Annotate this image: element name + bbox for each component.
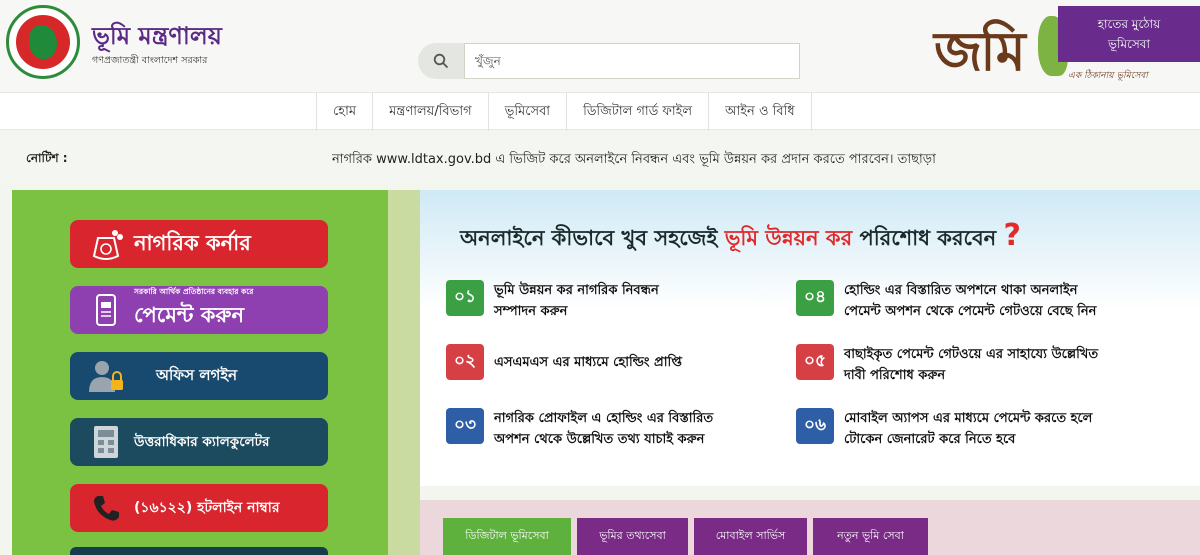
step-text-line: এসএমএস এর মাধ্যমে হোল্ডিং প্রাপ্তি: [494, 355, 682, 370]
tagline-line-2: ভূমিসেবা: [1108, 37, 1150, 51]
step-number-badge: ০৬: [796, 408, 834, 444]
nav-item-law-rules[interactable]: আইন ও বিধি: [709, 93, 812, 131]
hotline-button[interactable]: (১৬১২২) হটলাইন নাম্বার: [70, 484, 328, 532]
nav-items: হোম মন্ত্রণালয়/বিভাগ ভূমিসেবা ডিজিটাল গ…: [316, 93, 812, 131]
inheritance-calculator-label: উত্তরাধিকার ক্যালকুলেটর: [134, 433, 270, 450]
jomi-logo-text: জমি: [934, 19, 1026, 83]
money-bag-icon: [84, 224, 128, 264]
make-payment-label: পেমেন্ট করুন: [134, 302, 245, 327]
tab-mobile-service[interactable]: মোবাইল সার্ভিস: [694, 518, 807, 555]
seal-red-disc: [16, 15, 70, 69]
government-seal-logo[interactable]: [6, 5, 80, 79]
user-lock-icon: [84, 356, 128, 396]
step-text: ভূমি উন্নয়ন কর নাগরিক নিবন্ধন সম্পাদন ক…: [494, 280, 659, 322]
step-text-line: ভূমি উন্নয়ন কর নাগরিক নিবন্ধন: [494, 283, 659, 298]
guide-step-3: ০৩ নাগরিক প্রোফাইল এ হোল্ডিং এর বিস্তারি…: [446, 408, 713, 450]
step-text-line: দাবী পরিশোধ করুন: [844, 368, 946, 383]
ministry-name[interactable]: ভূমি মন্ত্রণালয়: [92, 18, 222, 58]
guide-title-part2: পরিশোধ করবেন: [852, 226, 997, 250]
jomi-logo[interactable]: জমি: [934, 10, 1068, 83]
tagline-line-1: হাতের মুঠোয়: [1097, 17, 1161, 31]
office-login-label: অফিস লগইন: [156, 365, 238, 384]
calculator-icon: [84, 422, 128, 462]
search-input[interactable]: [464, 43, 800, 79]
search-icon: [433, 53, 449, 69]
step-number-badge: ০৫: [796, 344, 834, 380]
tab-digital-land-service[interactable]: ডিজিটাল ভূমিসেবা: [443, 518, 571, 555]
mobile-payment-icon: [84, 290, 128, 330]
online-payment-guide-panel: অনলাইনে কীভাবে খুব সহজেই ভূমি উন্নয়ন কর…: [420, 190, 1200, 486]
nav-item-home[interactable]: হোম: [316, 93, 374, 131]
step-text-line: সম্পাদন করুন: [494, 304, 568, 319]
step-number-badge: ০৪: [796, 280, 834, 316]
hotline-label: (১৬১২২) হটলাইন নাম্বার: [134, 500, 280, 516]
tagline-box: হাতের মুঠোয় ভূমিসেবা: [1058, 6, 1200, 62]
tagline-small: এক ঠিকানায় ভূমিসেবা: [1068, 71, 1148, 81]
guide-step-6: ০৬ মোবাইল অ্যাপস এর মাধ্যমে পেমেন্ট করতে…: [796, 408, 1092, 450]
step-number-badge: ০১: [446, 280, 484, 316]
step-text: বাছাইকৃত পেমেন্ট গেটওয়ে এর সাহায্যে উল্…: [844, 344, 1098, 386]
tab-land-info-service[interactable]: ভূমির তথ্যসেবা: [577, 518, 688, 555]
tab-new-land-service[interactable]: নতুন ভূমি সেবা: [813, 518, 928, 555]
inheritance-calculator-button[interactable]: উত্তরাধিকার ক্যালকুলেটর: [70, 418, 328, 466]
notice-marquee-text[interactable]: নাগরিক www.ldtax.gov.bd এ ভিজিট করে অনলা…: [332, 150, 1192, 171]
sidebar-background: [388, 190, 420, 555]
step-text-line: অপশন থেকে উল্লেখিত তথ্য যাচাই করুন: [494, 432, 705, 447]
make-payment-sublabel: সরকারি আর্থিক প্রতিষ্ঠানের ব্যবহার করে: [134, 286, 254, 296]
ministry-subtitle: গণপ্রজাতন্ত্রী বাংলাদেশ সরকার: [92, 55, 208, 66]
guide-title-highlight: ভূমি উন্নয়ন কর: [724, 226, 853, 250]
sidebar-button-partial[interactable]: [70, 547, 328, 555]
site-header: ভূমি মন্ত্রণালয় গণপ্রজাতন্ত্রী বাংলাদেশ…: [0, 0, 1200, 92]
step-text-line: নাগরিক প্রোফাইল এ হোল্ডিং এর বিস্তারিত: [494, 411, 714, 426]
search-button[interactable]: [418, 43, 464, 79]
search-bar: [418, 43, 800, 79]
citizen-corner-label: নাগরিক কর্নার: [134, 230, 251, 255]
step-text: মোবাইল অ্যাপস এর মাধ্যমে পেমেন্ট করতে হল…: [844, 408, 1092, 450]
step-text-line: বাছাইকৃত পেমেন্ট গেটওয়ে এর সাহায্যে উল্…: [844, 347, 1099, 362]
step-text-line: পেমেন্ট অপশন থেকে পেমেন্ট গেটওয়ে বেছে ন…: [844, 304, 1097, 319]
section-divider: [420, 486, 1200, 500]
step-number-badge: ০২: [446, 344, 484, 380]
office-login-button[interactable]: অফিস লগইন: [70, 352, 328, 400]
notice-bar: নোটিশ : নাগরিক www.ldtax.gov.bd এ ভিজিট …: [0, 136, 1200, 182]
guide-step-4: ০৪ হোল্ডিং এর বিস্তারিত অপশনে থাকা অনলাই…: [796, 280, 1096, 322]
guide-step-5: ০৫ বাছাইকৃত পেমেন্ট গেটওয়ে এর সাহায্যে …: [796, 344, 1098, 386]
phone-icon: [84, 488, 128, 528]
step-text: এসএমএস এর মাধ্যমে হোল্ডিং প্রাপ্তি: [494, 344, 682, 373]
guide-step-1: ০১ ভূমি উন্নয়ন কর নাগরিক নিবন্ধন সম্পাদ…: [446, 280, 659, 322]
nav-item-land-service[interactable]: ভূমিসেবা: [489, 93, 568, 131]
question-mark-icon: ?: [1003, 218, 1021, 253]
step-text-line: হোল্ডিং এর বিস্তারিত অপশনে থাকা অনলাইন: [844, 283, 1078, 298]
step-text-line: মোবাইল অ্যাপস এর মাধ্যমে পেমেন্ট করতে হল…: [844, 411, 1093, 426]
guide-step-2: ০২ এসএমএস এর মাধ্যমে হোল্ডিং প্রাপ্তি: [446, 344, 682, 380]
nav-item-ministry[interactable]: মন্ত্রণালয়/বিভাগ: [373, 93, 489, 131]
make-payment-text: সরকারি আর্থিক প্রতিষ্ঠানের ব্যবহার করে প…: [134, 287, 253, 334]
guide-title-part1: অনলাইনে কীভাবে খুব সহজেই: [460, 226, 725, 250]
step-text-line: টোকেন জেনারেট করে নিতে হবে: [844, 432, 1016, 447]
step-number-badge: ০৩: [446, 408, 484, 444]
step-text: নাগরিক প্রোফাইল এ হোল্ডিং এর বিস্তারিত অ…: [494, 408, 713, 450]
make-payment-button[interactable]: সরকারি আর্থিক প্রতিষ্ঠানের ব্যবহার করে প…: [70, 286, 328, 334]
citizen-corner-button[interactable]: নাগরিক কর্নার: [70, 220, 328, 268]
step-text: হোল্ডিং এর বিস্তারিত অপশনে থাকা অনলাইন প…: [844, 280, 1096, 322]
bangladesh-map-icon: [29, 25, 57, 59]
guide-title: অনলাইনে কীভাবে খুব সহজেই ভূমি উন্নয়ন কর…: [460, 218, 1021, 257]
main-nav: হোম মন্ত্রণালয়/বিভাগ ভূমিসেবা ডিজিটাল গ…: [0, 92, 1200, 131]
notice-label: নোটিশ :: [26, 151, 68, 165]
nav-item-digital-guard-file[interactable]: ডিজিটাল গার্ড ফাইল: [567, 93, 710, 131]
